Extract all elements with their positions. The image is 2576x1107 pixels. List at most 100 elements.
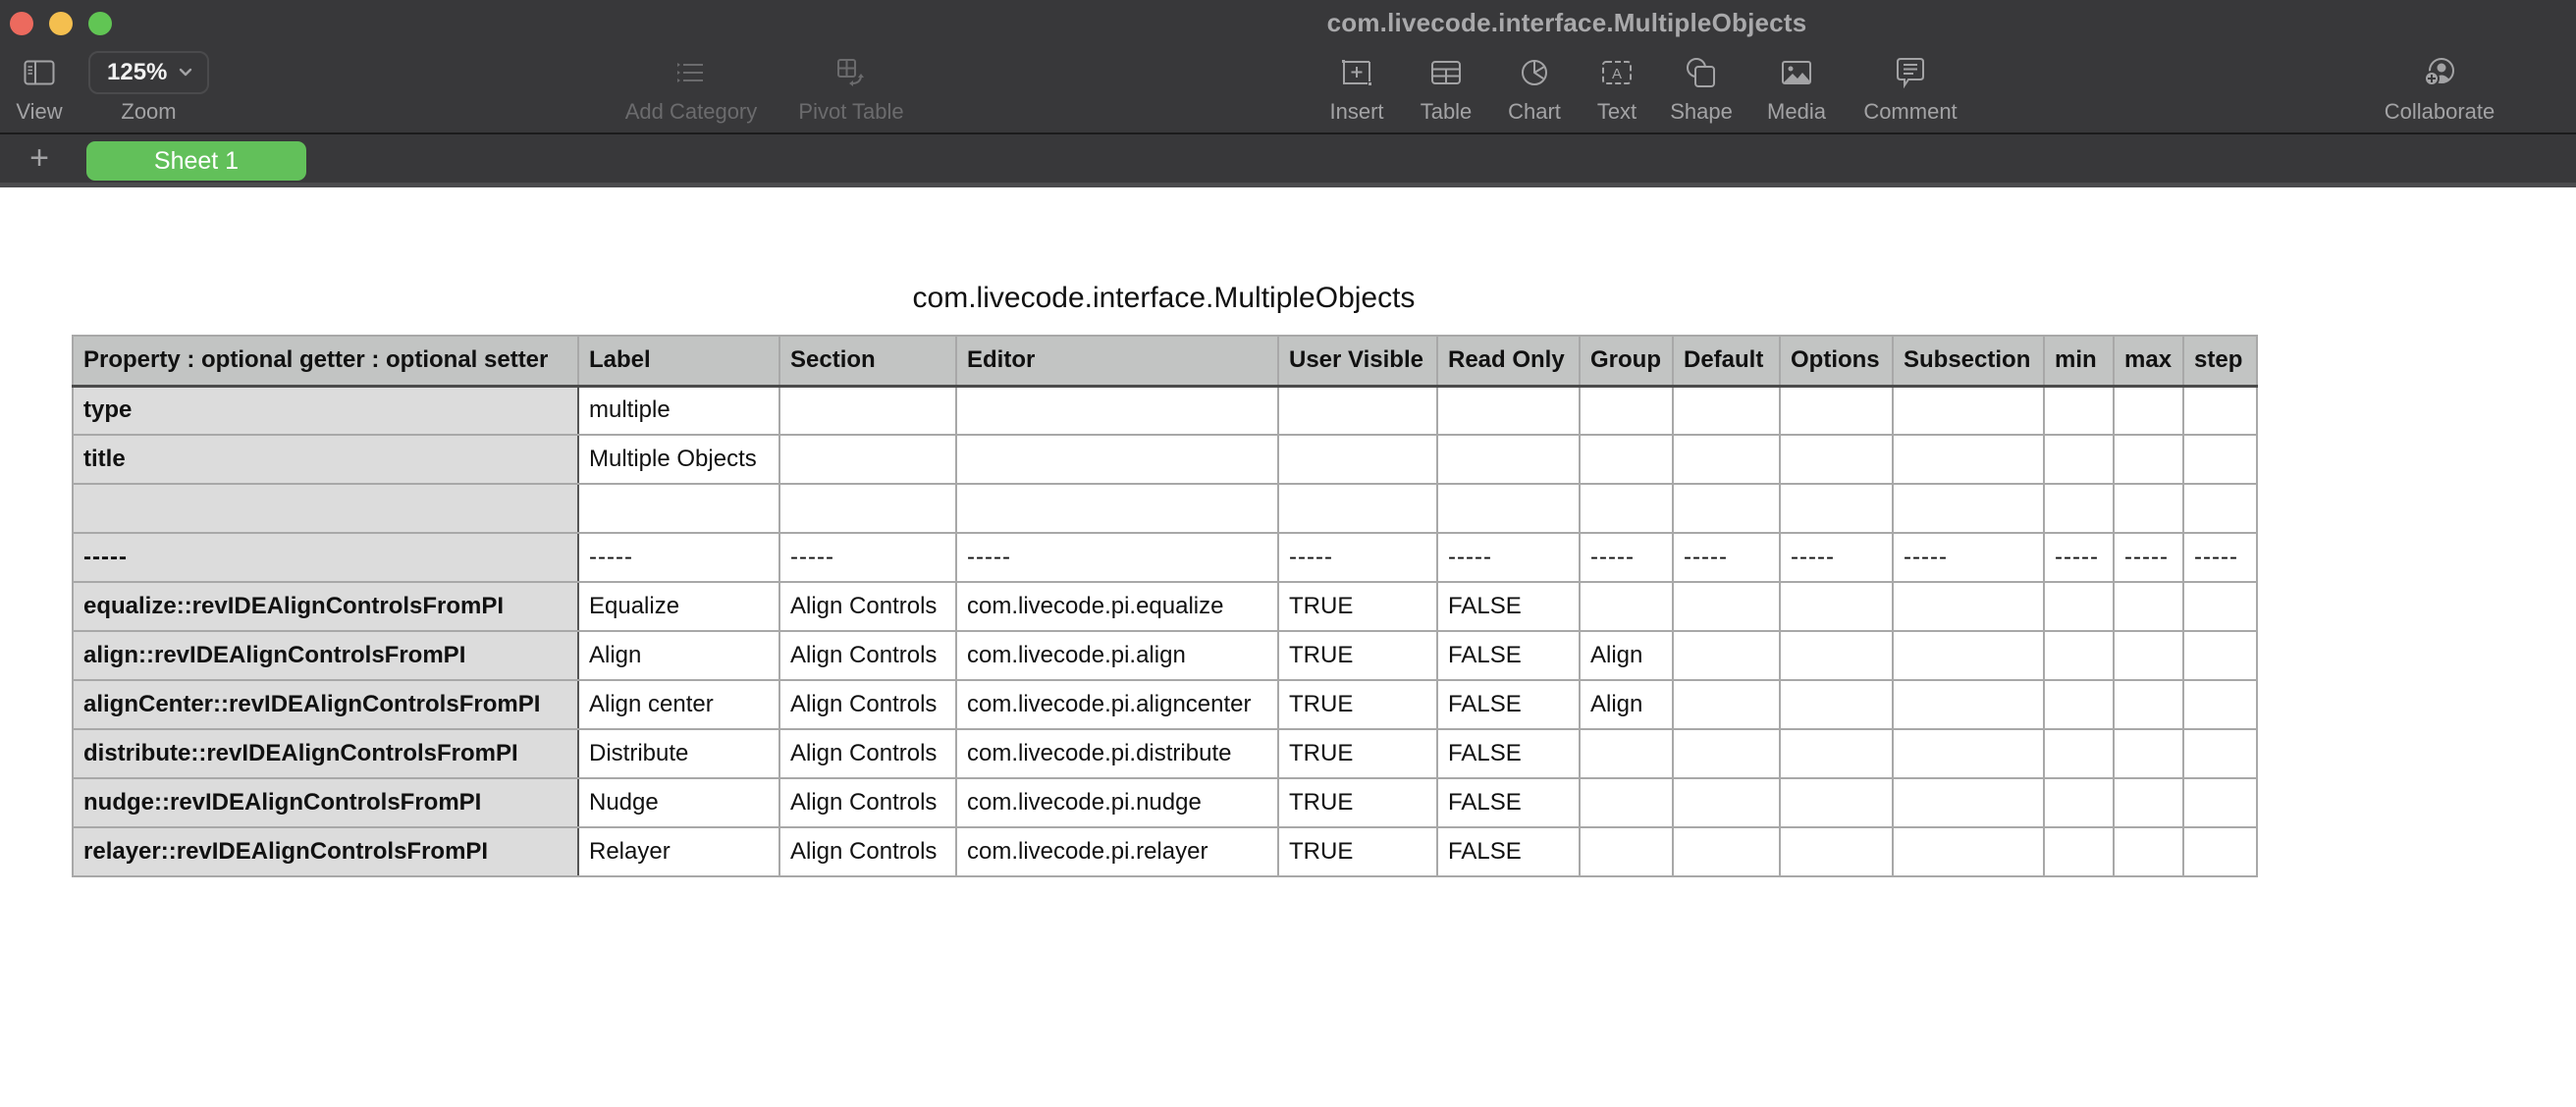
table-cell[interactable]	[1892, 679, 2045, 730]
collaborate-button[interactable]: Collaborate	[2371, 51, 2508, 130]
table-cell[interactable]	[2182, 581, 2258, 632]
table-cell[interactable]: -----	[1579, 532, 1674, 583]
table-cell[interactable]	[1436, 385, 1581, 436]
table-cell[interactable]	[1779, 434, 1894, 485]
column-header[interactable]: User Visible	[1277, 335, 1438, 388]
table-cell[interactable]	[1436, 483, 1581, 534]
table-cell[interactable]	[1779, 826, 1894, 877]
table-cell[interactable]: Equalize	[577, 581, 780, 632]
table-cell[interactable]	[1779, 679, 1894, 730]
table-cell[interactable]: FALSE	[1436, 630, 1581, 681]
comment-button[interactable]: Comment	[1842, 51, 1979, 130]
table-cell[interactable]	[2113, 581, 2184, 632]
table-cell[interactable]	[1277, 483, 1438, 534]
table-cell[interactable]	[1672, 777, 1781, 828]
table-cell[interactable]	[1672, 483, 1781, 534]
table-cell[interactable]	[1672, 826, 1781, 877]
table-cell[interactable]	[2043, 581, 2115, 632]
sheet-tab[interactable]: Sheet 1	[86, 141, 306, 181]
table-cell[interactable]: TRUE	[1277, 826, 1438, 877]
table-cell[interactable]	[1892, 434, 2045, 485]
table-cell[interactable]	[2113, 385, 2184, 436]
table-cell[interactable]	[1779, 777, 1894, 828]
table-cell[interactable]	[1892, 777, 2045, 828]
table-cell[interactable]: com.livecode.pi.nudge	[955, 777, 1279, 828]
column-header[interactable]: min	[2043, 335, 2115, 388]
column-header[interactable]: Section	[778, 335, 957, 388]
table-cell[interactable]	[778, 385, 957, 436]
table-cell[interactable]	[2043, 728, 2115, 779]
table-cell[interactable]: Align Controls	[778, 581, 957, 632]
table-cell[interactable]: Align Controls	[778, 777, 957, 828]
table-cell[interactable]	[1892, 385, 2045, 436]
table-cell[interactable]: Align Controls	[778, 679, 957, 730]
table-cell[interactable]: -----	[955, 532, 1279, 583]
column-header[interactable]: Group	[1579, 335, 1674, 388]
table-cell[interactable]: multiple	[577, 385, 780, 436]
table-cell[interactable]: FALSE	[1436, 679, 1581, 730]
table-cell[interactable]	[2043, 777, 2115, 828]
column-header[interactable]: Options	[1779, 335, 1894, 388]
table-cell[interactable]: FALSE	[1436, 777, 1581, 828]
table-cell[interactable]	[1672, 679, 1781, 730]
close-window-button[interactable]	[10, 12, 33, 35]
row-header-cell[interactable]: type	[72, 385, 579, 436]
table-cell[interactable]	[2043, 483, 2115, 534]
table-cell[interactable]	[2113, 777, 2184, 828]
table-cell[interactable]	[2043, 385, 2115, 436]
table-cell[interactable]: Align	[1579, 630, 1674, 681]
table-cell[interactable]: Align	[577, 630, 780, 681]
table-cell[interactable]: Nudge	[577, 777, 780, 828]
table-cell[interactable]: TRUE	[1277, 581, 1438, 632]
minimize-window-button[interactable]	[49, 12, 73, 35]
table-cell[interactable]: -----	[2182, 532, 2258, 583]
column-header[interactable]: Label	[577, 335, 780, 388]
table-title[interactable]: com.livecode.interface.MultipleObjects	[72, 282, 2256, 315]
table-cell[interactable]: com.livecode.pi.align	[955, 630, 1279, 681]
table-cell[interactable]: TRUE	[1277, 679, 1438, 730]
column-header[interactable]: step	[2182, 335, 2258, 388]
table-cell[interactable]	[1672, 385, 1781, 436]
table-cell[interactable]	[778, 483, 957, 534]
table-cell[interactable]: TRUE	[1277, 728, 1438, 779]
row-header-cell[interactable]: relayer::revIDEAlignControlsFromPI	[72, 826, 579, 877]
table-cell[interactable]: -----	[577, 532, 780, 583]
maximize-window-button[interactable]	[88, 12, 112, 35]
table-cell[interactable]: Multiple Objects	[577, 434, 780, 485]
table-cell[interactable]	[2043, 826, 2115, 877]
table-cell[interactable]	[955, 434, 1279, 485]
table-cell[interactable]: -----	[2043, 532, 2115, 583]
table-cell[interactable]	[1672, 434, 1781, 485]
table-cell[interactable]: Relayer	[577, 826, 780, 877]
table-cell[interactable]	[955, 385, 1279, 436]
table-cell[interactable]	[1579, 826, 1674, 877]
table-cell[interactable]	[1277, 434, 1438, 485]
column-header[interactable]: max	[2113, 335, 2184, 388]
table-cell[interactable]: Distribute	[577, 728, 780, 779]
table-cell[interactable]: -----	[1436, 532, 1581, 583]
table-cell[interactable]: Align Controls	[778, 728, 957, 779]
table-cell[interactable]	[1579, 777, 1674, 828]
table-cell[interactable]	[955, 483, 1279, 534]
row-header-cell[interactable]: -----	[72, 532, 579, 583]
table-cell[interactable]	[1892, 630, 2045, 681]
table-cell[interactable]	[1579, 581, 1674, 632]
table-cell[interactable]	[1779, 581, 1894, 632]
table-cell[interactable]	[2113, 483, 2184, 534]
table-cell[interactable]	[2043, 630, 2115, 681]
column-header[interactable]: Default	[1672, 335, 1781, 388]
table-cell[interactable]	[577, 483, 780, 534]
table-cell[interactable]	[1779, 630, 1894, 681]
table-cell[interactable]: com.livecode.pi.distribute	[955, 728, 1279, 779]
table-cell[interactable]: TRUE	[1277, 630, 1438, 681]
table-cell[interactable]: FALSE	[1436, 826, 1581, 877]
row-header-cell[interactable]: alignCenter::revIDEAlignControlsFromPI	[72, 679, 579, 730]
column-header[interactable]: Subsection	[1892, 335, 2045, 388]
table-cell[interactable]: -----	[1672, 532, 1781, 583]
table-cell[interactable]	[2182, 483, 2258, 534]
table-cell[interactable]: Align center	[577, 679, 780, 730]
table-cell[interactable]	[2113, 728, 2184, 779]
table-cell[interactable]	[1579, 385, 1674, 436]
table-cell[interactable]	[2182, 630, 2258, 681]
table-cell[interactable]	[1672, 630, 1781, 681]
